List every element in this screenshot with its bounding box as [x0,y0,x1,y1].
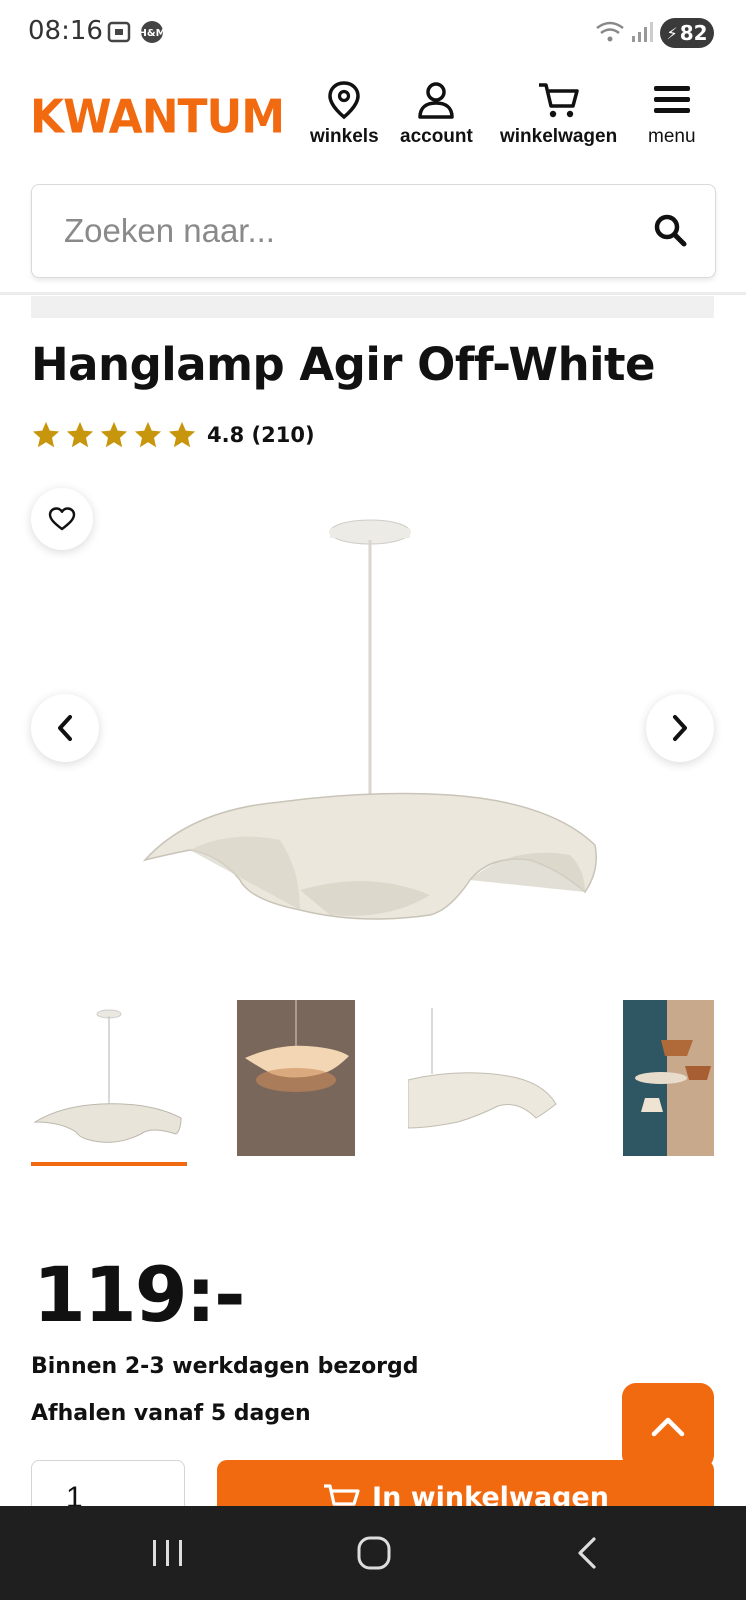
chevron-up-icon [651,1417,685,1437]
star-icon [66,421,94,448]
star-icon [100,421,128,448]
scroll-to-top-button[interactable] [622,1383,714,1469]
thumbnail-4[interactable] [623,1000,714,1156]
nav-account[interactable]: account [400,80,473,148]
rating-text: 4.8 (210) [207,423,315,447]
product-rating[interactable]: 4.8 (210) [31,420,315,450]
nav-winkels[interactable]: winkels [310,80,379,148]
nav-label-menu: menu [648,126,696,147]
back-icon[interactable] [574,1536,602,1570]
charging-bolt-icon: ⚡ [666,23,678,43]
screenshot-icon [107,21,131,43]
nav-label-winkels: winkels [310,126,379,147]
thumbnail-4-image [635,1000,714,1156]
user-icon [418,82,455,119]
status-bar: 08:16 H&M ⚡ 82 [0,0,746,64]
wifi-icon [596,21,624,42]
thumbnail-2-image [245,1000,349,1092]
star-icon [32,421,60,448]
nav-menu[interactable]: menu [648,80,696,148]
cart-icon [538,83,579,118]
product-title: Hanglamp Agir Off-White [31,338,656,391]
search-icon[interactable] [653,213,687,247]
nav-label-account: account [400,126,473,147]
gallery-next-button[interactable] [646,694,714,762]
breadcrumb-placeholder [31,296,714,318]
app-notification-icon: H&M [140,21,164,43]
wishlist-button[interactable] [31,488,93,550]
heart-icon [48,507,76,531]
star-icon [134,421,162,448]
brand-logo[interactable]: KWANTUM [30,91,285,145]
chevron-left-icon [58,715,72,741]
svg-text:H&M: H&M [140,28,164,39]
thumbnail-1[interactable] [31,1000,187,1156]
status-time: 08:16 [28,16,103,46]
location-pin-icon [328,81,361,120]
chevron-right-icon [673,715,687,741]
pickup-info: Afhalen vanaf 5 dagen [31,1401,311,1426]
thumbnail-selected-indicator [31,1162,187,1166]
search-input[interactable] [62,207,626,255]
signal-icon [632,22,653,42]
recent-apps-icon[interactable] [150,1536,186,1570]
nav-label-winkelwagen: winkelwagen [500,126,618,147]
header-divider [0,292,746,295]
search-bar [31,184,716,278]
star-icon [168,421,196,448]
hamburger-icon [653,86,690,113]
nav-winkelwagen[interactable]: winkelwagen [500,80,617,148]
thumbnail-3[interactable] [408,1000,558,1156]
gallery-prev-button[interactable] [31,694,99,762]
product-price: 119:- [33,1250,246,1339]
product-image [142,519,597,920]
thumbnail-2[interactable] [237,1000,355,1156]
home-icon[interactable] [356,1534,392,1572]
delivery-info: Binnen 2-3 werkdagen bezorgd [31,1354,419,1379]
system-navigation-bar [0,1506,746,1600]
battery-indicator: ⚡ 82 [660,18,714,48]
